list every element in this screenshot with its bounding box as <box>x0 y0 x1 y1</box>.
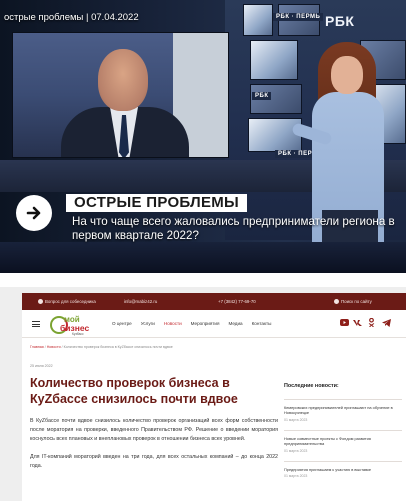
news-item-date: 01 марта 2023 <box>284 448 308 453</box>
topbar-email[interactable]: info@mabiz42.ru <box>124 299 157 304</box>
channel-logo-small: РБК · ПЕРМЬ <box>273 13 324 21</box>
topbar-question-label: Вопрос для собеседника <box>45 299 96 304</box>
studio-monitor <box>250 40 298 80</box>
breadcrumb-current: Количество проверок бизнеса в КуZбассе с… <box>63 345 173 349</box>
breadcrumb-home[interactable]: Главная <box>30 345 44 349</box>
main-menu: О центре Услуги Новости Мероприятия Медиа Кон… <box>112 321 280 326</box>
remote-speaker-window <box>12 32 229 158</box>
news-item-date: 01 марта 2023 <box>284 474 308 479</box>
menu-item-about[interactable]: О центре <box>112 321 132 326</box>
telegram-icon[interactable] <box>382 318 391 327</box>
speaker-head <box>98 49 148 111</box>
menu-item-events[interactable]: Мероприятия <box>191 321 220 326</box>
channel-logo: РБК <box>325 13 355 29</box>
vk-icon[interactable] <box>353 318 362 327</box>
logo-text-line3: Кузбасс <box>72 332 84 336</box>
question-icon <box>38 299 43 304</box>
website-page: Вопрос для собеседника info@mabiz42.ru +… <box>22 293 406 501</box>
news-item[interactable]: Кемеровских предпринимателей приглашают … <box>284 399 402 422</box>
site-navbar: мой бизнес Кузбасс О центре Услуги Новости… <box>22 310 406 338</box>
topbar-phone[interactable]: +7 (3842) 77-69-70 <box>218 299 256 304</box>
topbar-question-link[interactable]: Вопрос для собеседника <box>38 299 96 304</box>
youtube-icon[interactable] <box>340 318 349 327</box>
menu-item-contacts[interactable]: Контакты <box>252 321 272 326</box>
video-bottom-band <box>0 242 406 273</box>
lower-third-label: ОСТРЫЕ ПРОБЛЕМЫ <box>66 194 248 212</box>
news-item-text: Новые совместные проекты с Фондом развит… <box>284 435 371 447</box>
post-date: 25 июля 2022 <box>30 364 53 368</box>
site-logo[interactable]: мой бизнес Кузбасс <box>50 314 92 336</box>
news-item[interactable]: Предприятия приглашаем к участию в выста… <box>284 460 402 479</box>
lower-third-question: На что чаще всего жаловались предпринима… <box>72 215 395 242</box>
latest-news-heading: Последние новости: <box>284 383 339 389</box>
news-item-date: 01 марта 2023 <box>284 417 308 422</box>
news-item-text: Предприятия приглашаем к участию в выста… <box>284 466 372 472</box>
news-item[interactable]: Новые совместные проекты с Фондом развит… <box>284 429 402 453</box>
video-frame[interactable]: острые проблемы | 07.04.2022 РБК РБК · П… <box>0 0 406 273</box>
menu-item-news[interactable]: Новости <box>164 321 182 326</box>
website-screenshot: Вопрос для собеседника info@mabiz42.ru +… <box>0 287 406 501</box>
social-links <box>340 318 400 330</box>
latest-news-sidebar: Последние новости: Кемеровских предприни… <box>284 383 402 486</box>
menu-icon[interactable] <box>32 321 40 327</box>
arrow-right-icon[interactable] <box>16 195 52 231</box>
channel-logo-small: РБК <box>252 92 272 100</box>
studio-monitor <box>248 118 302 152</box>
lower-third: ОСТРЫЕ ПРОБЛЕМЫ На что чаще всего жалова… <box>16 190 406 242</box>
ok-icon[interactable] <box>367 318 376 327</box>
news-item-text: Кемеровских предпринимателей приглашают … <box>284 405 393 416</box>
video-title: острые проблемы | 07.04.2022 <box>4 12 139 23</box>
article-paragraph: В КуZбассе почти вдвое снизилось количес… <box>30 418 278 442</box>
studio-monitor <box>243 4 273 36</box>
article-title: Количество проверок бизнеса в КуZбассе с… <box>30 376 238 406</box>
breadcrumb: Главная / Новости / Количество проверок … <box>30 345 173 349</box>
breadcrumb-news[interactable]: Новости <box>47 345 61 349</box>
search-icon <box>334 299 339 304</box>
site-topbar: Вопрос для собеседника info@mabiz42.ru +… <box>22 293 406 310</box>
topbar-search-label: Поиск по сайту <box>341 299 372 304</box>
article-paragraph: Для IT-компаний мораторий введен на три … <box>30 454 278 469</box>
menu-item-media[interactable]: Медиа <box>228 321 242 326</box>
topbar-search[interactable]: Поиск по сайту <box>334 299 372 304</box>
anchor-face <box>331 56 363 94</box>
menu-item-services[interactable]: Услуги <box>141 321 155 326</box>
